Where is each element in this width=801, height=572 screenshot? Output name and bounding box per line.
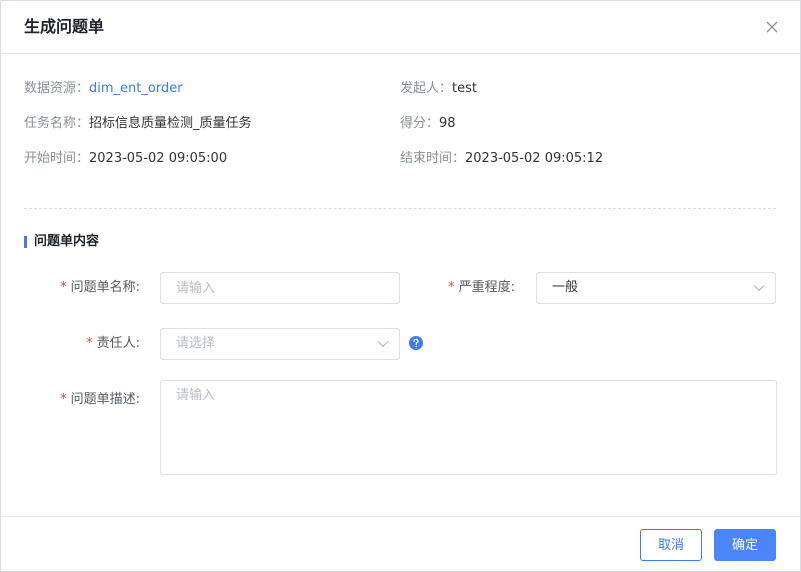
score-info: 得分：98: [400, 115, 456, 133]
cancel-button[interactable]: 取消: [640, 529, 702, 561]
issue-name-label: 问题单名称:: [70, 280, 140, 295]
confirm-button[interactable]: 确定: [714, 529, 776, 561]
end-time-label: 结束时间：: [400, 151, 466, 166]
start-time-value: 2023-05-02 09:05:00: [89, 151, 228, 166]
required-mark: *: [60, 280, 67, 295]
severity-label-wrap: * 严重程度:: [448, 279, 515, 297]
owner-help-button[interactable]: [409, 335, 423, 350]
description-label-wrap: * 问题单描述:: [60, 391, 140, 409]
owner-placeholder: 请选择: [176, 336, 216, 351]
datasource-label: 数据资源：: [24, 81, 90, 96]
owner-label-wrap: * 责任人:: [86, 335, 140, 353]
chevron-down-icon: [753, 285, 765, 292]
required-mark: *: [448, 280, 455, 295]
severity-label: 严重程度:: [458, 280, 515, 295]
initiator-value: test: [452, 81, 477, 96]
task-label: 任务名称：: [24, 116, 90, 131]
required-mark: *: [86, 336, 93, 351]
generate-issue-dialog: 生成问题单 数据资源：dim_ent_order 发起人：test 任务名称：招…: [0, 0, 801, 572]
initiator-info: 发起人：test: [400, 80, 477, 98]
chevron-down-icon: [377, 341, 389, 348]
dialog-header: 生成问题单: [1, 1, 800, 54]
description-textarea[interactable]: [160, 380, 777, 475]
initiator-label: 发起人：: [400, 81, 453, 96]
severity-select[interactable]: 一般: [536, 272, 776, 304]
score-value: 98: [439, 116, 456, 131]
close-icon: [766, 21, 778, 33]
owner-select[interactable]: 请选择: [160, 328, 400, 360]
description-label: 问题单描述:: [70, 392, 140, 407]
score-label: 得分：: [400, 116, 440, 131]
task-info: 任务名称：招标信息质量检测_质量任务: [24, 115, 252, 133]
datasource-info: 数据资源：dim_ent_order: [24, 80, 183, 98]
required-mark: *: [60, 392, 67, 407]
question-circle-icon: [409, 336, 423, 350]
issue-name-label-wrap: * 问题单名称:: [60, 279, 140, 297]
datasource-link[interactable]: dim_ent_order: [89, 81, 183, 96]
close-button[interactable]: [762, 17, 782, 37]
issue-name-input[interactable]: [160, 272, 400, 304]
section-divider: [24, 208, 776, 209]
dialog-footer: 取消 确定: [1, 516, 800, 571]
owner-label: 责任人:: [96, 336, 140, 351]
section-title: 问题单内容: [24, 234, 99, 250]
end-time-value: 2023-05-02 09:05:12: [465, 151, 604, 166]
start-time-label: 开始时间：: [24, 151, 90, 166]
task-value: 招标信息质量检测_质量任务: [89, 116, 252, 131]
severity-selected-value: 一般: [552, 280, 579, 295]
dialog-title: 生成问题单: [24, 17, 105, 36]
end-time-info: 结束时间：2023-05-02 09:05:12: [400, 150, 603, 168]
start-time-info: 开始时间：2023-05-02 09:05:00: [24, 150, 227, 168]
